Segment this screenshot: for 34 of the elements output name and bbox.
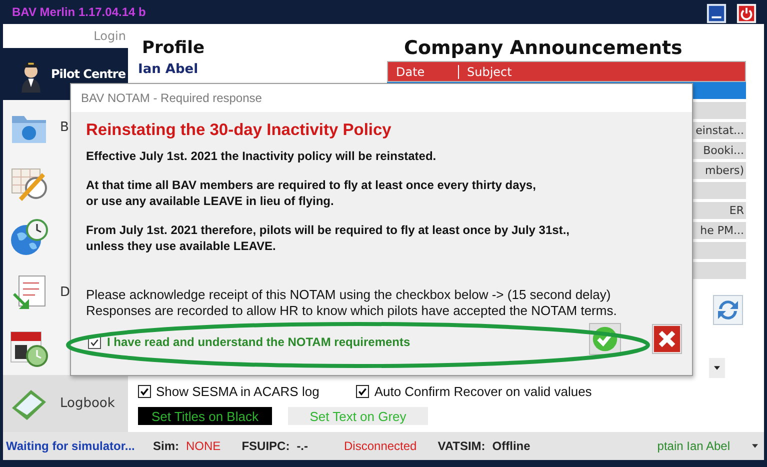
caret-icon <box>714 366 720 370</box>
option-button[interactable]: Set Titles on Black <box>138 407 272 425</box>
connection-status: Disconnected <box>344 439 417 453</box>
column-header[interactable]: Date <box>388 64 459 78</box>
status-value: Offline <box>492 439 530 453</box>
sidebar-item[interactable]: Logbook <box>3 375 128 432</box>
globe-clock-icon <box>9 218 49 258</box>
status-label: FSUIPC: <box>242 439 290 453</box>
checkbox-label: I have read and understand the NOTAM requirements <box>107 335 410 349</box>
section-title: Company Announcements <box>403 36 684 61</box>
window-title: BAV Merlin 1.17.04.14 b <box>12 5 146 19</box>
status-label: Sim: <box>153 439 180 453</box>
refresh-icon[interactable] <box>713 295 743 325</box>
cancel-button[interactable] <box>652 324 682 354</box>
status-label: VATSIM: <box>438 439 486 453</box>
pilot-name: Ian Abel <box>138 62 200 77</box>
power-icon[interactable] <box>736 2 757 24</box>
checkbox[interactable] <box>138 384 151 398</box>
notam-paragraph: At that time all BAV members are required to fly at least once every thirty days, or use any available LEAVE in lieu of flying. <box>86 177 536 209</box>
status-value: NONE <box>186 439 221 453</box>
notam-paragraph: From July 1st. 2021 therefore, pilots will be required to fly at least once by July 31st., unless they use available LEAVE. <box>86 222 570 254</box>
dialog-title: BAV NOTAM - Required response <box>71 84 692 112</box>
window-icon[interactable] <box>706 2 727 24</box>
status-value: -.- <box>296 439 308 453</box>
checkbox-label: Show SESMA in ACARS log <box>156 384 320 398</box>
section-title: Profile <box>142 37 206 60</box>
checkbox[interactable] <box>356 384 370 398</box>
column-header[interactable]: Subject <box>459 64 512 78</box>
dropdown-button[interactable] <box>709 358 725 378</box>
caret-icon <box>752 444 758 448</box>
checkbox-label: Auto Confirm Recover on valid values <box>374 384 592 398</box>
close-icon <box>653 325 681 353</box>
check-icon <box>591 325 619 353</box>
status-message: Waiting for simulator... <box>6 439 136 453</box>
